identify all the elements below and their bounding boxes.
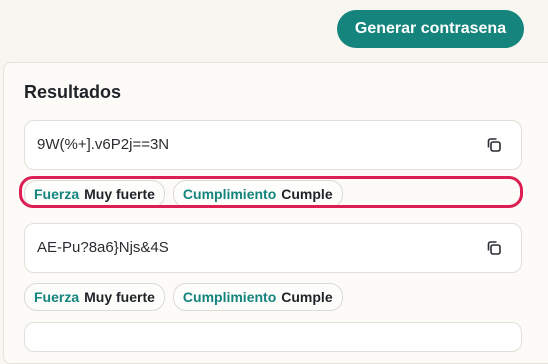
copy-icon[interactable] [485,136,503,154]
compliance-label: Cumplimiento [182,289,277,305]
copy-icon[interactable] [485,239,503,257]
strength-value: Muy fuerte [84,186,155,202]
compliance-value: Cumple [281,186,333,202]
strength-label: Fuerza [34,289,80,305]
strength-value: Muy fuerte [84,289,155,305]
compliance-badge: Cumplimiento Cumple [172,180,343,208]
result-badges: Fuerza Muy fuerte Cumplimiento Cumple [24,180,343,208]
result-item [24,322,522,352]
results-panel [3,62,548,364]
result-item: 9W(%+].v6P2j==3N [24,120,522,170]
strength-badge: Fuerza Muy fuerte [24,283,165,311]
result-item: AE-Pu?8a6}Njs&4S [24,223,522,273]
result-badges: Fuerza Muy fuerte Cumplimiento Cumple [24,283,343,311]
compliance-badge: Cumplimiento Cumple [172,283,343,311]
compliance-value: Cumple [281,289,333,305]
top-bar: Generar contrasena [0,0,548,62]
compliance-label: Cumplimiento [182,186,277,202]
password-text: 9W(%+].v6P2j==3N [37,136,170,153]
strength-badge: Fuerza Muy fuerte [24,180,165,208]
password-text: AE-Pu?8a6}Njs&4S [37,239,169,256]
results-title: Resultados [24,82,122,102]
strength-label: Fuerza [34,186,80,202]
generate-password-button[interactable]: Generar contrasena [337,10,524,48]
